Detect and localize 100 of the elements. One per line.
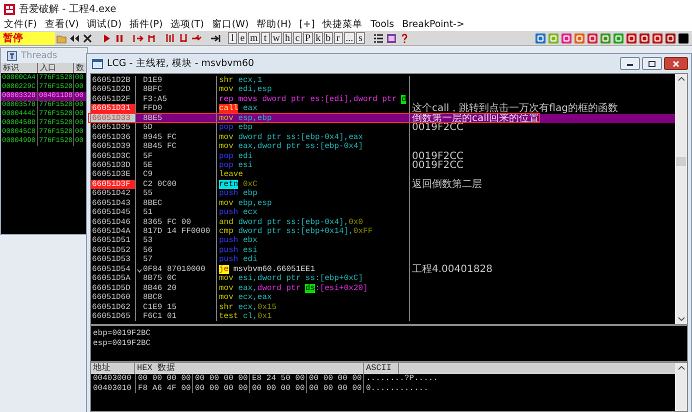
minimize-button[interactable] (620, 57, 640, 70)
address-cell[interactable]: 66051D60 (91, 293, 135, 302)
disasm-row[interactable]: 66051D3F C2 0C00 retn 0xC 返回倒数第二层 (91, 180, 675, 190)
address-cell[interactable]: 66051D35 (91, 123, 135, 133)
menu-item[interactable]: 窗口(W) (212, 18, 249, 31)
address-cell[interactable]: 66051D2B (91, 76, 135, 86)
mnemonic: rep movs (219, 94, 258, 104)
segment-label: d (401, 94, 406, 104)
column-header[interactable]: ASCII (364, 363, 399, 374)
operand: ecx (243, 208, 258, 218)
close-icon[interactable] (82, 32, 93, 44)
toolbar-button[interactable]: k (314, 32, 323, 44)
operand: esp,ebp (238, 114, 272, 123)
address-cell[interactable]: 66051D2D (91, 85, 135, 95)
operand: cl, (243, 312, 258, 321)
close-button[interactable] (664, 57, 688, 70)
comment-text: 0019F2CC (412, 123, 464, 133)
arrow-right-icon[interactable] (210, 32, 221, 44)
address-cell[interactable]: 66051D51 (91, 236, 135, 246)
comment-text: 这个call，跳转到点击一万次有flag的框的函数 (412, 104, 618, 114)
tile-icon[interactable] (639, 32, 650, 44)
menu-item[interactable]: 快捷菜单 (322, 18, 363, 31)
toolbar-button[interactable]: P (303, 32, 313, 44)
hex-cell: 00 00 00 00 (306, 384, 363, 393)
address-cell[interactable]: 66051D3C (91, 152, 135, 161)
tile-icon[interactable] (665, 32, 676, 44)
app-logo-icon (4, 4, 15, 14)
address-cell[interactable]: 66051D62 (91, 302, 135, 312)
address-cell[interactable]: 66051D36 (91, 132, 135, 142)
address-cell[interactable]: 66051D3E (91, 170, 135, 180)
column-header[interactable]: 标识 (1, 63, 38, 73)
scrollbar[interactable] (675, 74, 687, 324)
toolbar-button[interactable]: ... (344, 32, 356, 44)
address-cell[interactable]: 66051D46 (91, 218, 135, 227)
tile-icon[interactable] (652, 32, 663, 44)
menu-item[interactable]: [+] (299, 19, 315, 30)
scrollbar[interactable] (675, 363, 687, 411)
menu-item[interactable]: 插件(P) (130, 18, 163, 31)
toolbar-button[interactable]: h (283, 32, 292, 44)
toolbar-button[interactable]: e (238, 32, 247, 44)
tile-icon[interactable] (678, 32, 689, 44)
toolbar-button[interactable]: l (228, 32, 237, 44)
step-icon[interactable] (133, 32, 144, 44)
pause-icon[interactable] (114, 32, 125, 44)
menu-item[interactable]: 查看(V) (44, 18, 79, 31)
tile-icon[interactable] (548, 32, 559, 44)
toolbar-button[interactable]: t (260, 32, 270, 44)
scroll-thumb[interactable] (676, 157, 686, 166)
address-cell[interactable]: 66051D2F (91, 94, 135, 104)
toolbar-button[interactable]: r (334, 32, 343, 44)
address-cell[interactable]: 66051D3F (91, 180, 135, 190)
address-cell[interactable]: 66051D3D (91, 160, 135, 170)
menu-item[interactable]: 选项(T) (170, 18, 204, 31)
address-cell[interactable]: 66051D54 (91, 264, 135, 274)
operand: 0xC (243, 180, 258, 189)
tile-icon[interactable] (535, 32, 546, 44)
tile-icon[interactable] (574, 32, 585, 44)
address-cell[interactable]: 66051D65 (91, 312, 135, 322)
operand: dword ptr (257, 284, 302, 293)
operand: dword ptr ss:[ebp+0x14], (238, 227, 354, 236)
address-cell[interactable]: 66051D42 (91, 189, 135, 199)
comment-text: 0019F2CC (412, 160, 464, 170)
tile-icon[interactable] (626, 32, 637, 44)
step-icon[interactable] (165, 32, 176, 44)
address-cell[interactable]: 66051D45 (91, 208, 135, 218)
tile-icon[interactable] (613, 32, 624, 44)
address-cell[interactable]: 66051D53 (91, 255, 135, 265)
menu-item[interactable]: 调试(D) (86, 18, 122, 31)
menu-item[interactable]: 文件(F) (4, 18, 37, 31)
tile-icon[interactable] (561, 32, 572, 44)
list-icon[interactable] (373, 32, 384, 44)
address-cell[interactable]: 66051D43 (91, 198, 135, 208)
register-text: esp=0019F2BC (93, 338, 152, 348)
menu-item[interactable]: 帮助(H) (256, 18, 292, 31)
toolbar-button[interactable]: m (248, 32, 260, 44)
tile-icon[interactable] (587, 32, 598, 44)
toolbar-button[interactable]: c (293, 32, 302, 44)
column-header[interactable]: 入口 (38, 63, 74, 73)
restore-button[interactable] (642, 57, 662, 70)
column-header[interactable]: HEX 数据 (135, 363, 364, 374)
window-icon (92, 58, 103, 68)
address-cell[interactable]: 66051D4A (91, 227, 135, 236)
menu-item[interactable]: Tools (370, 19, 394, 30)
window-icon[interactable] (386, 32, 398, 44)
toolbar-button[interactable]: b (324, 32, 333, 44)
address-cell[interactable]: 66051D52 (91, 246, 135, 256)
tile-icon[interactable] (600, 32, 611, 44)
step-icon[interactable] (178, 32, 189, 44)
hex-cell: 00 00 00 00 (192, 374, 249, 384)
menu-item[interactable]: BreakPoint-> (402, 19, 464, 30)
address-cell[interactable]: 66051D5A (91, 274, 135, 284)
mnemonic: mov (219, 142, 234, 152)
step-icon[interactable] (146, 32, 157, 44)
threads-icon (7, 50, 17, 60)
toolbar-button[interactable]: w (270, 32, 282, 44)
close-icon (672, 60, 680, 66)
address-cell[interactable]: 66051D5D (91, 284, 135, 294)
address-cell[interactable]: 66051D39 (91, 142, 135, 152)
toolbar-button[interactable]: s (356, 32, 366, 44)
column-header[interactable]: 地址 (91, 363, 135, 374)
